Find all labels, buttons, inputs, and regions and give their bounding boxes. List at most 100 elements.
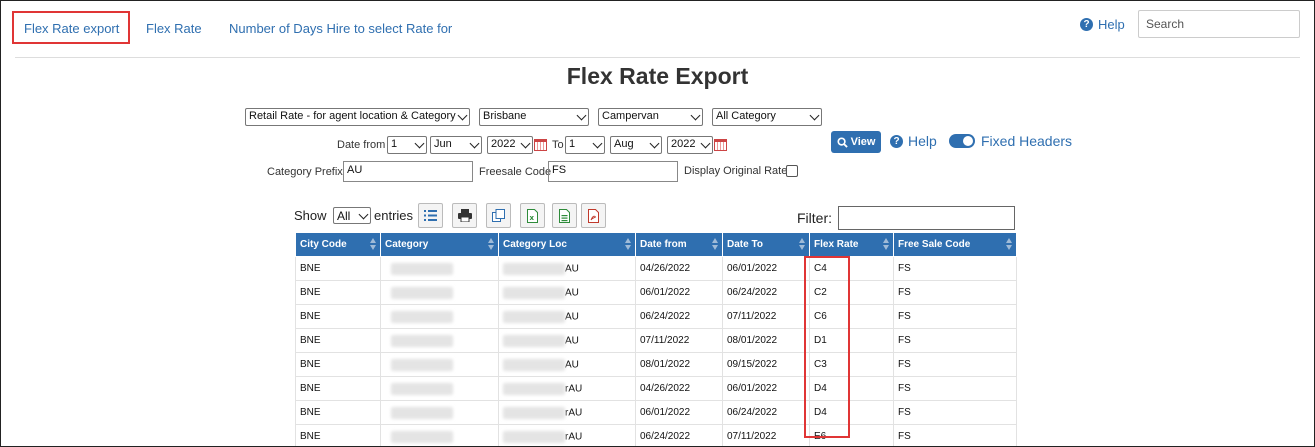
chevron-down-icon [809,110,820,121]
pdf-icon [588,208,599,223]
flex-rate-highlight [804,256,850,438]
redacted-category-loc [503,262,565,275]
cell-category [380,352,499,377]
col-header-flex-rate[interactable]: Flex Rate [809,232,894,257]
col-header-city-code[interactable]: City Code [295,232,381,257]
filter-input[interactable] [838,206,1015,230]
cell-date-from: 06/24/2022 [635,304,723,329]
calendar-icon[interactable] [534,139,547,151]
city-select[interactable]: Brisbane [479,108,589,126]
table-row[interactable]: BNE AU 07/11/2022 08/01/2022 D1 FS [295,328,1017,353]
category-loc-suffix: AU [565,311,579,323]
csv-export-button[interactable] [552,203,577,228]
view-button[interactable]: View [831,131,881,153]
cell-city-code: BNE [295,280,381,305]
date-from-day-value: 1 [391,138,398,150]
freesale-code-input[interactable]: FS [548,161,678,182]
sort-icon [883,238,890,251]
cell-category [380,424,499,446]
category-loc-suffix: AU [565,263,579,275]
redacted-category-loc [503,334,565,347]
excel-icon: x [527,208,538,223]
cell-category [380,256,499,281]
tab-flex-rate[interactable]: Flex Rate [146,21,202,36]
help-link[interactable]: ? Help [890,133,937,149]
redacted-category-loc [503,430,565,443]
col-header-category-loc[interactable]: Category Loc [498,232,636,257]
col-header-label: City Code [300,239,347,250]
app-frame: Flex Rate export Flex Rate Number of Day… [0,0,1315,447]
date-from-year-select[interactable]: 2022 [487,136,533,154]
entries-label: entries [374,208,414,223]
redacted-category [391,310,453,323]
excel-export-button[interactable]: x [520,203,545,228]
fixed-headers-label: Fixed Headers [981,133,1073,149]
col-header-label: Category Loc [503,239,567,250]
column-list-button[interactable] [418,203,443,228]
question-icon: ? [890,134,903,148]
table-row[interactable]: BNE rAU 06/01/2022 06/24/2022 D4 FS [295,400,1017,425]
help-label: Help [1098,17,1125,32]
chevron-down-icon [592,138,603,149]
cell-date-from: 06/24/2022 [635,424,723,446]
category-loc-suffix: AU [565,335,579,347]
cell-category-loc: AU [498,280,636,305]
cell-date-from: 06/01/2022 [635,280,723,305]
vehicle-select[interactable]: Campervan [598,108,703,126]
col-header-category[interactable]: Category [380,232,499,257]
table-row[interactable]: BNE AU 04/26/2022 06/01/2022 C4 FS [295,256,1017,281]
col-header-date-to[interactable]: Date To [722,232,810,257]
date-from-year-value: 2022 [491,138,516,150]
cell-category-loc: AU [498,328,636,353]
printer-icon [457,209,472,222]
category-loc-suffix: AU [565,359,579,371]
rate-type-select[interactable]: Retail Rate - for agent location & Categ… [245,108,470,126]
col-header-date-from[interactable]: Date from [635,232,723,257]
cell-date-to: 06/01/2022 [722,256,810,281]
cell-date-from: 06/01/2022 [635,400,723,425]
cell-category [380,328,499,353]
date-to-day-select[interactable]: 1 [565,136,605,154]
cell-city-code: BNE [295,304,381,329]
pdf-export-button[interactable] [581,203,606,228]
cell-category-loc: rAU [498,424,636,446]
cell-date-from: 07/11/2022 [635,328,723,353]
help-label: Help [908,133,937,149]
category-select[interactable]: All Category [712,108,822,126]
date-to-year-select[interactable]: 2022 [667,136,713,154]
display-original-rate-checkbox[interactable] [786,165,798,177]
cell-free-sale-code: FS [893,280,1017,305]
table-row[interactable]: BNE AU 06/24/2022 07/11/2022 C6 FS [295,304,1017,329]
date-from-label: Date from [337,139,386,151]
category-prefix-label: Category Prefix [267,166,343,178]
col-header-label: Category [385,239,429,250]
csv-icon [559,208,570,223]
page-length-select[interactable]: All [333,207,371,224]
chevron-down-icon [649,138,660,149]
search-input[interactable] [1138,10,1300,38]
table-row[interactable]: BNE AU 08/01/2022 09/15/2022 C3 FS [295,352,1017,377]
chevron-down-icon [700,138,711,149]
date-from-day-select[interactable]: 1 [387,136,427,154]
col-header-free-sale-code[interactable]: Free Sale Code [893,232,1017,257]
table-row[interactable]: BNE rAU 04/26/2022 06/01/2022 D4 FS [295,376,1017,401]
cell-free-sale-code: FS [893,352,1017,377]
redacted-category [391,262,453,275]
chevron-down-icon [414,138,425,149]
cell-date-to: 08/01/2022 [722,328,810,353]
redacted-category-loc [503,286,565,299]
chevron-down-icon [358,209,369,220]
active-tab-highlight [12,11,130,44]
date-to-month-select[interactable]: Aug [610,136,662,154]
tab-days-hire[interactable]: Number of Days Hire to select Rate for [229,21,452,36]
date-from-month-select[interactable]: Jun [430,136,482,154]
calendar-icon[interactable] [714,139,727,151]
print-button[interactable] [452,203,477,228]
table-row[interactable]: BNE AU 06/01/2022 06/24/2022 C2 FS [295,280,1017,305]
cell-free-sale-code: FS [893,304,1017,329]
copy-button[interactable] [486,203,511,228]
table-row[interactable]: BNE rAU 06/24/2022 07/11/2022 E6 FS [295,424,1017,446]
fixed-headers-toggle[interactable] [949,134,975,148]
help-link-top[interactable]: ? Help [1080,17,1125,32]
category-prefix-input[interactable]: AU [343,161,473,182]
